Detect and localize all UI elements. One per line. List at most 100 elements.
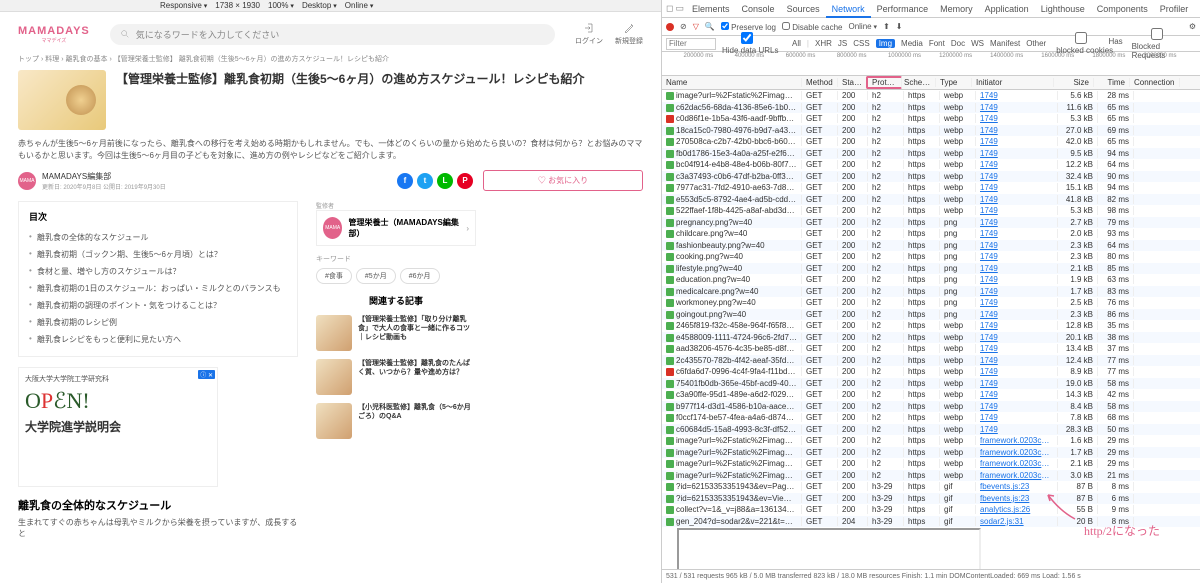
- network-row[interactable]: fashionbeauty.png?w=40GET200h2httpspng17…: [662, 240, 1200, 252]
- register-button[interactable]: 新規登録: [615, 22, 643, 46]
- network-row[interactable]: 270508ca-c2b7-42b0-bbc6-b602baa1426...GE…: [662, 136, 1200, 148]
- zoom-select[interactable]: 100%: [268, 1, 294, 10]
- toc-item[interactable]: 食材と量、増やし方のスケジュールは？: [29, 263, 287, 280]
- network-row[interactable]: 18ca15c0-7980-4976-b9d7-a432023e5238...G…: [662, 125, 1200, 137]
- network-row[interactable]: goingout.png?w=40GET200h2httpspng17492.3…: [662, 309, 1200, 321]
- network-row[interactable]: fb0d1786-15e3-4a0a-a25f-e2f6a1e12cf0.j..…: [662, 148, 1200, 160]
- editor-box[interactable]: MAMA 管理栄養士（MAMADAYS編集部） ›: [316, 210, 476, 246]
- login-button[interactable]: ログイン: [575, 22, 603, 46]
- responsive-select[interactable]: Responsive: [160, 1, 207, 10]
- network-row[interactable]: 75401fb0db-365e-45bf-acd9-40728d39776a..…: [662, 378, 1200, 390]
- related-item[interactable]: 【小児科医監修】離乳食（5〜6か月ごろ）のQ&A: [316, 403, 476, 439]
- tab-memory[interactable]: Memory: [934, 2, 979, 16]
- tab-console[interactable]: Console: [736, 2, 781, 16]
- breadcrumb-item[interactable]: 離乳食の基本: [66, 56, 108, 63]
- tab-components[interactable]: Components: [1091, 2, 1154, 16]
- filter-type-img[interactable]: Img: [876, 39, 895, 48]
- filter-type-media[interactable]: Media: [901, 39, 923, 48]
- tab-network[interactable]: Network: [826, 2, 871, 18]
- filter-input[interactable]: [666, 38, 716, 50]
- twitter-icon[interactable]: t: [417, 173, 433, 189]
- network-row[interactable]: medicalcare.png?w=40GET200h2httpspng1749…: [662, 286, 1200, 298]
- network-row[interactable]: c3a90ffe-95d1-489e-a6d2-f029032ecfa93...…: [662, 389, 1200, 401]
- upload-icon[interactable]: ⬆: [883, 22, 890, 31]
- network-row[interactable]: image?url=%2Fstatic%2Fimages%2Ftms...GET…: [662, 435, 1200, 447]
- online-select[interactable]: Online: [345, 1, 374, 10]
- related-item[interactable]: 【管理栄養士監修】離乳食のたんぱく質、いつから？量や進め方は？: [316, 359, 476, 395]
- filter-type-css[interactable]: CSS: [853, 39, 869, 48]
- filter-type-doc[interactable]: Doc: [951, 39, 965, 48]
- network-row[interactable]: image?url=%2Fstatic%2Fimages%2Flogo...GE…: [662, 90, 1200, 102]
- site-logo[interactable]: MAMADAYS ママデイズ: [18, 25, 90, 44]
- network-row[interactable]: image?url=%2Fstatic%2Fimages%2Ftms...GET…: [662, 470, 1200, 482]
- tab-application[interactable]: Application: [979, 2, 1035, 16]
- network-row[interactable]: 2c435570-782b-4f42-aeaf-35fd6ed44475.j..…: [662, 355, 1200, 367]
- pinterest-icon[interactable]: P: [457, 173, 473, 189]
- network-row[interactable]: c62dac56-68da-4136-85e6-1b0f29143fa7...G…: [662, 102, 1200, 114]
- preserve-log-checkbox[interactable]: Preserve log: [721, 22, 776, 32]
- toc-item[interactable]: 離乳食の全体的なスケジュール: [29, 229, 287, 246]
- throttle-select[interactable]: Online: [848, 22, 877, 31]
- network-row[interactable]: c3a37493-c0b6-47df-b2ba-0ff3ce209fe3.j..…: [662, 171, 1200, 183]
- inspect-icon[interactable]: ◻: [666, 3, 673, 14]
- filter-type-other[interactable]: Other: [1026, 39, 1046, 48]
- keyword-tag[interactable]: #食事: [316, 268, 352, 284]
- related-item[interactable]: 【管理栄養士監修】「取り分け離乳食」で大人の食事と一緒に作るコツ｜レシピ動画も: [316, 315, 476, 351]
- filter-type-js[interactable]: JS: [838, 39, 847, 48]
- favorite-button[interactable]: お気に入り: [483, 170, 643, 191]
- network-row[interactable]: 522ffaef-1f8b-4425-a8af-abd3dc6f0655.p..…: [662, 205, 1200, 217]
- network-row[interactable]: 7977ac31-7fd2-4910-ae63-7d8b0134d378...G…: [662, 182, 1200, 194]
- search-icon[interactable]: 🔍: [705, 22, 715, 31]
- toc-item[interactable]: 離乳食初期のレシピ例: [29, 314, 287, 331]
- network-row[interactable]: aad38206-4576-4c35-be85-d8f358a038ee...G…: [662, 343, 1200, 355]
- network-row[interactable]: image?url=%2Fstatic%2Fimages%2Ftms...GET…: [662, 447, 1200, 459]
- toc-item[interactable]: 離乳食初期の1日のスケジュール：おっぱい・ミルクとのバランスも: [29, 280, 287, 297]
- device-select[interactable]: Desktop: [302, 1, 337, 10]
- tab-elements[interactable]: Elements: [686, 2, 736, 16]
- keyword-tag[interactable]: #6か月: [400, 268, 440, 284]
- record-button[interactable]: [666, 23, 674, 31]
- network-row[interactable]: bc04f914-e4b8-48e4-b06b-80f741011f8.p...…: [662, 159, 1200, 171]
- device-toolbar[interactable]: Responsive 1738 × 1930 100% Desktop Onli…: [0, 0, 661, 12]
- tab-performance[interactable]: Performance: [871, 2, 935, 16]
- network-row[interactable]: image?url=%2Fstatic%2Fimages%2Ftms...GET…: [662, 458, 1200, 470]
- toc-item[interactable]: 離乳食初期（ゴックン期、生後5〜6ヶ月頃）とは？: [29, 246, 287, 263]
- network-row[interactable]: c0d86f1e-1b5a-43f6-aadf-9bffbb728fb9.j..…: [662, 113, 1200, 125]
- filter-type-font[interactable]: Font: [929, 39, 945, 48]
- filter-type-ws[interactable]: WS: [971, 39, 984, 48]
- network-timeline[interactable]: 200000 ms400000 ms600000 ms800000 ms1000…: [662, 52, 1200, 76]
- download-icon[interactable]: ⬇: [896, 22, 903, 31]
- network-row[interactable]: collect?v=1&_v=j88&a=1361345778&t=pag...…: [662, 504, 1200, 516]
- disable-cache-checkbox[interactable]: Disable cache: [782, 22, 842, 32]
- facebook-icon[interactable]: f: [397, 173, 413, 189]
- network-row[interactable]: childcare.png?w=40GET200h2httpspng17492.…: [662, 228, 1200, 240]
- clear-icon[interactable]: ⊘: [680, 22, 687, 31]
- network-row[interactable]: c6fda6d7-0996-4c4f-9fa4-f11bd1b5dc57.jp.…: [662, 366, 1200, 378]
- line-icon[interactable]: L: [437, 173, 453, 189]
- breadcrumb-item[interactable]: 料理: [45, 56, 59, 63]
- network-row[interactable]: b977f14-d3d1-4586-b10a-aace65a45...GET20…: [662, 401, 1200, 413]
- network-row[interactable]: workmoney.png?w=40GET200h2httpspng17492.…: [662, 297, 1200, 309]
- search-input[interactable]: 気になるワードを入力してください: [110, 24, 555, 45]
- network-row[interactable]: cooking.png?w=40GET200h2httpspng17492.3 …: [662, 251, 1200, 263]
- tab-lighthouse[interactable]: Lighthouse: [1035, 2, 1091, 16]
- breadcrumb-item[interactable]: トップ: [18, 56, 39, 63]
- breadcrumb-item[interactable]: 【管理栄養士監修】 離乳食初期（生後5〜6ヶ月）の進め方スケジュール！レシピも紹…: [114, 56, 389, 63]
- ad-banner[interactable]: ⓘ ✕ 大阪大学大学院工学研究科 OPℰN! 大学院進学説明会: [18, 367, 218, 487]
- network-row[interactable]: ?id=62153353351943&ev=PageView&dl=...GET…: [662, 481, 1200, 493]
- filter-type-manifest[interactable]: Manifest: [990, 39, 1020, 48]
- network-row[interactable]: e4588009-1111-4724-96c6-2fd72a2a3a46...G…: [662, 332, 1200, 344]
- tab-profiler[interactable]: Profiler: [1154, 2, 1195, 16]
- network-row[interactable]: c60684d5-15a8-4993-8c3f-df524e0da671.j..…: [662, 424, 1200, 436]
- keyword-tag[interactable]: #5か月: [356, 268, 396, 284]
- network-row[interactable]: education.png?w=40GET200h2httpspng17491.…: [662, 274, 1200, 286]
- network-row[interactable]: lifestyle.png?w=40GET200h2httpspng17492.…: [662, 263, 1200, 275]
- network-row[interactable]: e553d5c5-8792-4ae4-ad5b-cdd01b06ce3b...G…: [662, 194, 1200, 206]
- toc-item[interactable]: 離乳食初期の調理のポイント・気をつけることは？: [29, 297, 287, 314]
- network-row[interactable]: pregnancy.png?w=40GET200h2httpspng17492.…: [662, 217, 1200, 229]
- filter-type-xhr[interactable]: XHR: [815, 39, 832, 48]
- tab-sources[interactable]: Sources: [781, 2, 826, 16]
- network-row[interactable]: 2465f819-f32c-458e-964f-f65f8a4e4f0b.jp.…: [662, 320, 1200, 332]
- filter-type-all[interactable]: All: [792, 39, 801, 48]
- filter-icon[interactable]: ▽: [693, 22, 699, 31]
